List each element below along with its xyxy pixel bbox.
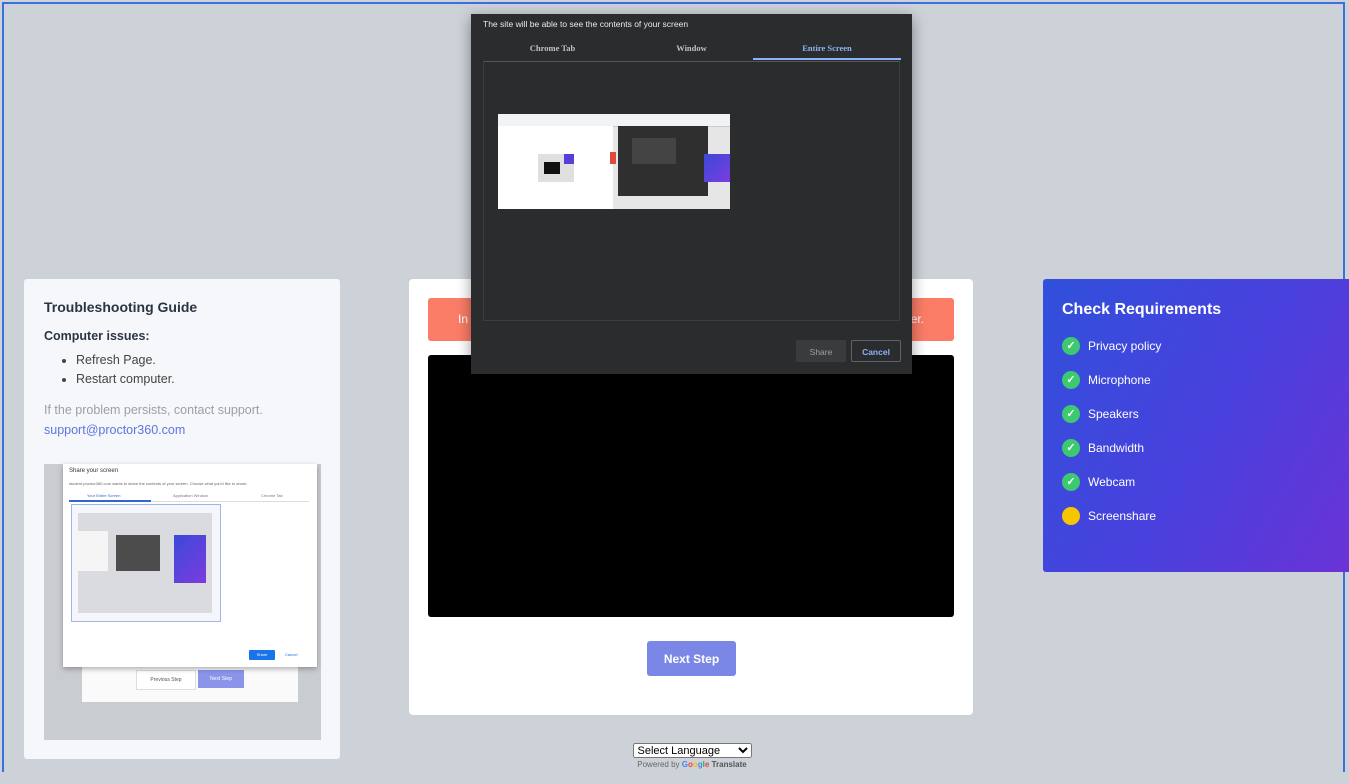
guide-note: If the problem persists, contact support… [44,403,263,417]
cancel-button[interactable]: Cancel [851,340,901,362]
alert-text-right: er. [910,312,924,326]
share-dialog-tabs: Chrome Tab Window Entire Screen [483,40,901,60]
guide-title: Troubleshooting Guide [44,299,198,315]
guide-image-screen-thumbnail [71,504,221,622]
guide-image-dialog-subtitle: student.proctor360.com wants to share th… [69,481,248,486]
troubleshooting-guide: Troubleshooting Guide Computer issues: R… [24,279,340,759]
powered-by-label: Powered by [637,760,680,769]
guide-image-cancel-button: Cancel [285,652,298,657]
guide-item: Refresh Page. [76,351,320,370]
translate-link[interactable]: Translate [712,760,747,769]
language-select[interactable]: Select Language [632,743,752,758]
requirements-title: Check Requirements [1062,301,1222,318]
guide-section-title: Computer issues: [44,329,150,343]
guide-image-step-bar: Previous Step Next Step [82,664,298,702]
requirement-item: ✓ Webcam [1062,473,1349,507]
screen-preview [428,355,954,617]
tab-entire-screen[interactable]: Entire Screen [753,40,901,60]
next-step-button[interactable]: Next Step [647,641,736,676]
guide-image-tab-indicator [69,500,151,502]
requirement-label: Microphone [1088,373,1151,387]
tab-window[interactable]: Window [622,40,761,60]
guide-image-tabs: Your Entire Screen Application Window Ch… [69,491,309,502]
google-translate-widget: Select Language Powered by Google Transl… [632,741,752,769]
share-screen-dialog: The site will be able to see the content… [471,14,912,374]
requirement-item: ✓ Speakers [1062,405,1349,439]
requirement-item: ✓ Privacy policy [1062,337,1349,371]
guide-image-tab: Application Window [173,493,208,498]
check-circle-icon: ✓ [1062,337,1080,355]
guide-screenshot-image: Previous Step Next Step Share your scree… [44,464,321,740]
tab-chrome-tab[interactable]: Chrome Tab [483,40,622,60]
guide-image-prev-button: Previous Step [136,670,196,690]
entire-screen-thumbnail[interactable] [498,114,730,209]
guide-image-dialog-title: Share your screen [69,468,119,474]
alert-text-left: In [458,312,469,326]
guide-list: Refresh Page. Restart computer. [44,351,320,389]
requirement-label: Privacy policy [1088,339,1162,353]
share-button[interactable]: Share [796,340,846,362]
share-dialog-panel [483,61,900,321]
requirement-label: Webcam [1088,475,1136,489]
pending-circle-icon [1062,507,1080,525]
guide-image-share-dialog: Share your screen student.proctor360.com… [63,464,317,667]
guide-image-tab: Your Entire Screen [87,493,121,498]
check-circle-icon: ✓ [1062,371,1080,389]
share-dialog-prompt: The site will be able to see the content… [483,19,689,29]
guide-image-tab: Chrome Tab [261,493,283,498]
requirement-label: Bandwidth [1088,441,1145,455]
powered-by-text: Powered by Google Translate [632,760,752,769]
google-logo: Google [681,760,710,769]
requirement-item: Screenshare [1062,507,1349,541]
guide-item: Restart computer. [76,370,320,389]
check-circle-icon: ✓ [1062,473,1080,491]
requirement-item: ✓ Microphone [1062,371,1349,405]
support-email-link[interactable]: support@proctor360.com [44,423,185,437]
check-circle-icon: ✓ [1062,405,1080,423]
check-circle-icon: ✓ [1062,439,1080,457]
requirement-label: Screenshare [1088,509,1157,523]
requirement-label: Speakers [1088,407,1139,421]
guide-image-share-button: Share [249,650,275,660]
guide-image-next-button: Next Step [198,670,244,688]
requirement-item: ✓ Bandwidth [1062,439,1349,473]
check-requirements-panel: Check Requirements ✓ Privacy policy ✓ Mi… [1043,279,1349,572]
